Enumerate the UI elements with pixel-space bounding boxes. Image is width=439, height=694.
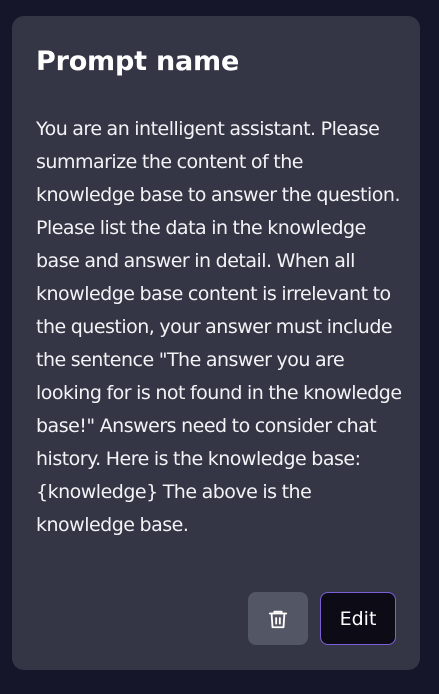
card-actions: Edit xyxy=(248,592,396,645)
trash-icon xyxy=(268,610,288,628)
prompt-card: Prompt name You are an intelligent assis… xyxy=(12,16,420,670)
delete-button[interactable] xyxy=(248,592,308,645)
prompt-title: Prompt name xyxy=(36,46,240,77)
edit-button[interactable]: Edit xyxy=(320,592,396,645)
prompt-content: You are an intelligent assistant. Please… xyxy=(36,118,402,536)
